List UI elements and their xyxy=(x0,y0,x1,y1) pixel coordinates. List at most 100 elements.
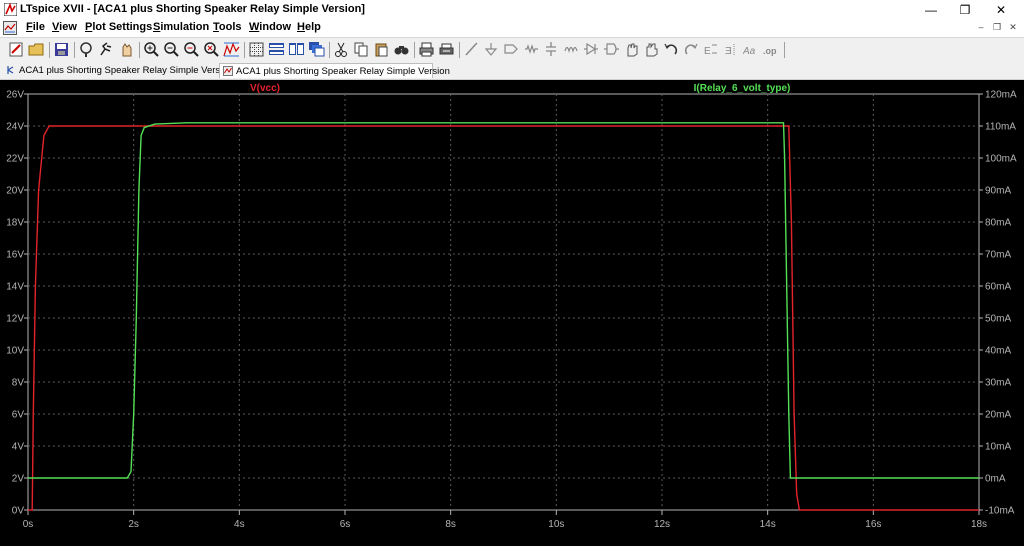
toolbar-separator xyxy=(244,42,245,58)
component-icon[interactable] xyxy=(603,41,620,58)
menu-window[interactable]: Window xyxy=(249,21,291,33)
copy-icon[interactable] xyxy=(353,41,370,58)
mirror-icon[interactable]: Ǝ xyxy=(723,41,740,58)
svg-text:Ǝ: Ǝ xyxy=(725,46,732,57)
cascade-icon[interactable] xyxy=(308,41,325,58)
waveform-document-icon[interactable] xyxy=(3,21,17,35)
tab-waveform-label: ACA1 plus Shorting Speaker Relay Simple … xyxy=(236,66,450,77)
y-right-tick-label: 50mA xyxy=(985,314,1011,325)
y-right-tick-label: 40mA xyxy=(985,346,1011,357)
zoom-out-icon[interactable] xyxy=(163,41,180,58)
resistor-icon[interactable] xyxy=(523,41,540,58)
menu-tools[interactable]: Tools xyxy=(213,21,242,33)
y-right-tick-label: 80mA xyxy=(985,218,1011,229)
capacitor-icon[interactable] xyxy=(543,41,560,58)
spice-directive-icon[interactable]: .op xyxy=(763,41,780,58)
toolbar-separator xyxy=(784,42,785,58)
y-left-tick-label: 14V xyxy=(6,282,24,293)
x-tick-label: 10s xyxy=(548,519,564,530)
tile-horizontal-icon[interactable] xyxy=(268,41,285,58)
y-right-tick-label: 20mA xyxy=(985,410,1011,421)
toolbar-separator xyxy=(414,42,415,58)
y-left-tick-label: 16V xyxy=(6,250,24,261)
menu-plot-settings[interactable]: Plot Settings xyxy=(85,21,152,33)
y-right-tick-label: 90mA xyxy=(985,186,1011,197)
y-left-tick-label: 20V xyxy=(6,186,24,197)
x-tick-label: 18s xyxy=(971,519,987,530)
y-right-tick-label: 120mA xyxy=(985,90,1017,101)
print-setup-icon[interactable] xyxy=(438,41,455,58)
halt-icon[interactable] xyxy=(118,41,135,58)
ltspice-logo-icon xyxy=(4,3,17,16)
y-left-tick-label: 10V xyxy=(6,346,24,357)
svg-text:E: E xyxy=(704,46,711,57)
menu-file[interactable]: File xyxy=(26,21,45,33)
y-left-tick-label: 8V xyxy=(12,378,25,389)
toolbar-separator xyxy=(74,42,75,58)
tile-vertical-icon[interactable] xyxy=(288,41,305,58)
menu-view[interactable]: View xyxy=(52,21,77,33)
diode-icon[interactable] xyxy=(583,41,600,58)
label-icon[interactable] xyxy=(503,41,520,58)
y-right-tick-label: -10mA xyxy=(985,506,1015,517)
mdi-minimize-button[interactable]: – xyxy=(974,22,988,32)
undo-icon[interactable] xyxy=(663,41,680,58)
mdi-close-button[interactable]: ✕ xyxy=(1006,22,1020,33)
zoom-fit-icon[interactable] xyxy=(203,41,220,58)
move-icon[interactable] xyxy=(623,41,640,58)
open-folder-icon[interactable] xyxy=(28,41,45,58)
save-icon[interactable] xyxy=(53,41,70,58)
text-icon[interactable]: Aa xyxy=(743,41,760,58)
drag-icon[interactable] xyxy=(643,41,660,58)
rotate-icon[interactable]: E xyxy=(703,41,720,58)
close-button[interactable]: ✕ xyxy=(978,0,1024,20)
x-tick-label: 16s xyxy=(865,519,881,530)
menu-simulation[interactable]: Simulation xyxy=(153,21,209,33)
trace-label-relay-current[interactable]: I(Relay_6_volt_type) xyxy=(694,83,791,94)
y-right-tick-label: 60mA xyxy=(985,282,1011,293)
redo-icon[interactable] xyxy=(683,41,700,58)
toolbar-separator xyxy=(139,42,140,58)
wire-icon[interactable] xyxy=(463,41,480,58)
tab-schematic[interactable]: ACA1 plus Shorting Speaker Relay Simple … xyxy=(3,63,233,78)
zoom-in-icon[interactable] xyxy=(143,41,160,58)
toggle-grid-icon[interactable] xyxy=(248,41,265,58)
find-icon[interactable] xyxy=(393,41,410,58)
x-tick-label: 0s xyxy=(23,519,34,530)
y-right-tick-label: 100mA xyxy=(985,154,1017,165)
waveform-chart[interactable]: 0s 2s 4s 6s 8s 10s 12s 14s 16s 18s 0V 2V 4V 6V 8V 10V 12… xyxy=(0,80,1024,546)
x-tick-label: 14s xyxy=(760,519,776,530)
ground-icon[interactable] xyxy=(483,41,500,58)
y-left-tick-label: 26V xyxy=(6,90,24,101)
x-tick-label: 8s xyxy=(445,519,456,530)
title-bar: LTspice XVII - [ACA1 plus Shorting Speak… xyxy=(0,0,1024,20)
tab-schematic-label: ACA1 plus Shorting Speaker Relay Simple … xyxy=(19,65,233,76)
autorange-icon[interactable] xyxy=(223,41,240,58)
control-panel-icon[interactable] xyxy=(78,41,95,58)
zoom-back-icon[interactable] xyxy=(183,41,200,58)
trace-label-vcc[interactable]: V(vcc) xyxy=(250,83,280,94)
y-left-tick-label: 0V xyxy=(12,506,25,517)
inductor-icon[interactable] xyxy=(563,41,580,58)
y-left-tick-label: 2V xyxy=(12,474,25,485)
toolbar-separator xyxy=(459,42,460,58)
menu-help[interactable]: Help xyxy=(297,21,321,33)
toolbar: E Ǝ Aa .op xyxy=(0,37,1024,63)
new-schematic-icon[interactable] xyxy=(8,41,25,58)
x-tick-label: 2s xyxy=(128,519,139,530)
plot-frame xyxy=(27,93,980,511)
x-tick-label: 12s xyxy=(654,519,670,530)
run-icon[interactable] xyxy=(98,41,115,58)
x-tick-label: 4s xyxy=(234,519,245,530)
mdi-restore-button[interactable]: ❐ xyxy=(990,22,1004,33)
tab-waveform[interactable]: ACA1 plus Shorting Speaker Relay Simple … xyxy=(219,63,450,78)
waveform-tab-icon xyxy=(223,66,233,76)
print-icon[interactable] xyxy=(418,41,435,58)
y-right-tick-label: 70mA xyxy=(985,250,1011,261)
y-right-tick-label: 30mA xyxy=(985,378,1011,389)
y-left-tick-label: 6V xyxy=(12,410,25,421)
cut-icon[interactable] xyxy=(333,41,350,58)
svg-text:Aa: Aa xyxy=(743,46,756,57)
paste-icon[interactable] xyxy=(373,41,390,58)
waveform-plot-pane[interactable]: 0s 2s 4s 6s 8s 10s 12s 14s 16s 18s 0V 2V 4V 6V 8V 10V 12… xyxy=(0,80,1024,546)
